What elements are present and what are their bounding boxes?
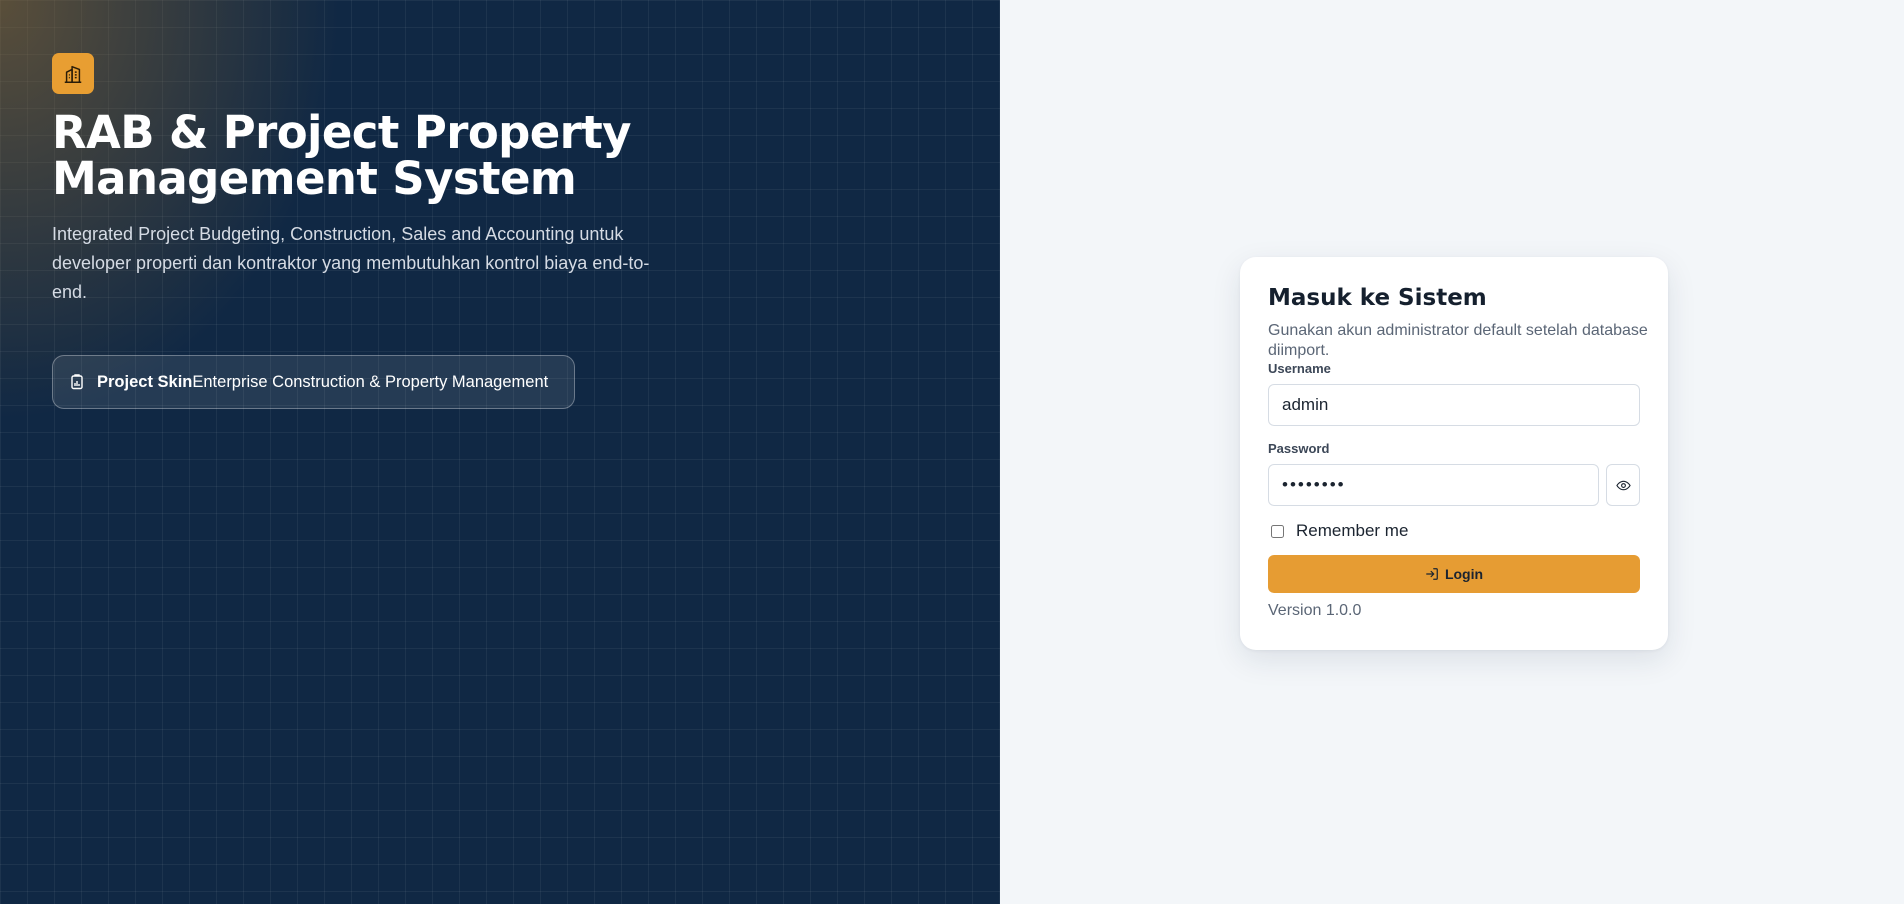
remember-me-row[interactable]: Remember me <box>1268 521 1408 541</box>
hero-title: RAB & Project Property Management System <box>52 106 632 205</box>
password-label: Password <box>1268 441 1330 456</box>
login-button[interactable]: Login <box>1268 555 1640 593</box>
username-input[interactable] <box>1268 384 1640 426</box>
badge-strong-label: Project Skin <box>97 372 193 391</box>
hero-panel: RAB & Project Property Management System… <box>0 0 1000 904</box>
username-label: Username <box>1268 361 1331 376</box>
hero-description: Integrated Project Budgeting, Constructi… <box>52 224 650 302</box>
report-icon <box>69 374 85 390</box>
eye-icon <box>1615 478 1631 493</box>
toggle-password-button[interactable] <box>1606 464 1640 506</box>
login-subtitle: Gunakan akun administrator default setel… <box>1268 322 1648 359</box>
building-chart-icon <box>52 53 94 94</box>
login-icon <box>1425 567 1439 581</box>
version-text: Version 1.0.0 <box>1268 602 1362 619</box>
password-input[interactable] <box>1268 464 1599 506</box>
login-button-label: Login <box>1444 566 1484 582</box>
remember-me-label: Remember me <box>1296 521 1409 540</box>
login-card: Masuk ke Sistem Gunakan akun administrat… <box>1240 257 1668 650</box>
login-title: Masuk ke Sistem <box>1268 285 1487 311</box>
remember-me-checkbox[interactable] <box>1271 524 1284 538</box>
project-skin-badge: Project Skin Enterprise Construction & Pr… <box>52 355 575 409</box>
badge-label: Enterprise Construction & Property Manag… <box>192 372 549 391</box>
